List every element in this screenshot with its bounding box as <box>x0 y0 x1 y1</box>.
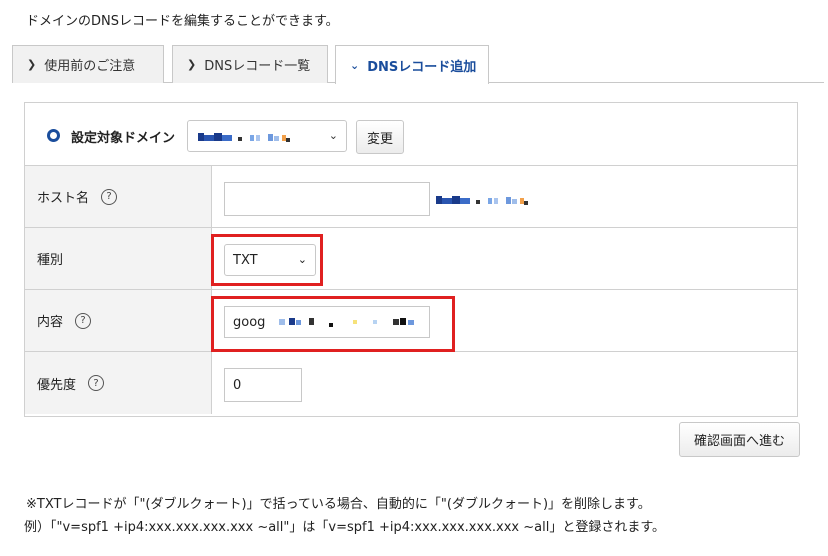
content-label: 内容 <box>37 315 64 330</box>
tab-label: 使用前のご注意 <box>44 59 136 74</box>
priority-value: 0 <box>233 377 242 393</box>
chevron-down-icon: ⌄ <box>350 58 360 72</box>
proceed-to-confirm-button[interactable]: 確認画面へ進む <box>679 422 800 457</box>
priority-row: 優先度 ? 0 <box>25 352 797 414</box>
question-circle-icon[interactable]: ? <box>101 188 118 205</box>
priority-input[interactable]: 0 <box>224 368 302 402</box>
content-label-cell: 内容 ? <box>25 290 212 351</box>
target-domain-label: 設定対象ドメイン <box>71 131 176 146</box>
tab-precautions[interactable]: ❯ 使用前のご注意 <box>12 45 164 83</box>
priority-label-cell: 優先度 ? <box>25 352 212 414</box>
type-label-cell: 種別 <box>25 228 212 289</box>
page-description: ドメインのDNSレコードを編集することができます。 <box>26 14 339 29</box>
host-input[interactable] <box>224 182 430 216</box>
chevron-right-icon: ❯ <box>187 58 197 71</box>
chevron-right-icon: ❯ <box>27 58 37 71</box>
tab-label: DNSレコード一覧 <box>204 59 311 74</box>
tab-label: DNSレコード追加 <box>367 59 477 75</box>
tab-dns-record-list[interactable]: ❯ DNSレコード一覧 <box>172 45 328 83</box>
redacted-domain <box>198 133 290 142</box>
question-circle-icon[interactable]: ? <box>88 375 105 391</box>
highlight-box-content <box>211 296 455 352</box>
note-quote-removal: ※TXTレコードが「"(ダブルクォート)」で括っている場合、自動的に「"(ダブル… <box>26 497 651 512</box>
target-domain-row: 設定対象ドメイン ⌄ 変更 <box>25 103 797 166</box>
question-circle-icon[interactable]: ? <box>75 312 92 329</box>
type-row: 種別 TXT ⌄ <box>25 228 797 290</box>
chevron-down-icon: ⌄ <box>328 129 338 142</box>
dns-record-form: 設定対象ドメイン ⌄ 変更 ホスト名 ? 種別 TXT ⌄ 内容 ? goog … <box>24 102 798 417</box>
tab-dns-record-add[interactable]: ⌄ DNSレコード追加 <box>335 45 489 84</box>
host-label: ホスト名 <box>37 191 90 206</box>
redacted-domain-suffix <box>436 196 528 205</box>
highlight-box-type <box>211 234 323 286</box>
host-row: ホスト名 ? <box>25 166 797 228</box>
host-label-cell: ホスト名 ? <box>25 166 212 227</box>
target-domain-select[interactable]: ⌄ <box>187 120 347 152</box>
tab-bar: ❯ 使用前のご注意 ❯ DNSレコード一覧 ⌄ DNSレコード追加 <box>12 45 824 84</box>
type-label: 種別 <box>37 253 64 268</box>
change-domain-button[interactable]: 変更 <box>356 120 404 154</box>
priority-label: 優先度 <box>37 377 77 393</box>
ring-icon <box>47 129 60 142</box>
note-example: 例）「"v=spf1 +ip4:xxx.xxx.xxx.xxx ~all"」は「… <box>24 520 666 535</box>
